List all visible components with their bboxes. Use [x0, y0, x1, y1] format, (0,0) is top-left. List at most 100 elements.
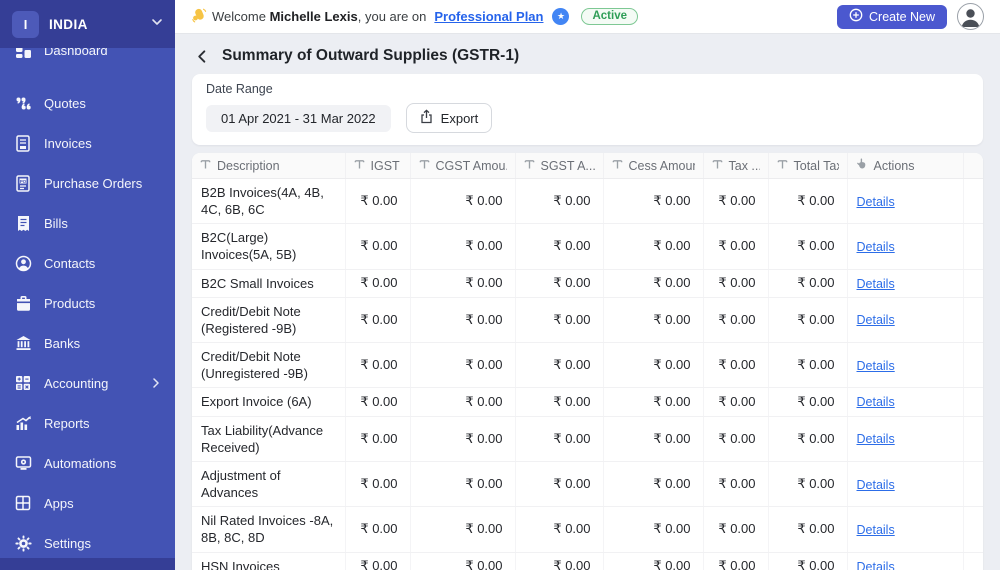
wave-icon — [191, 7, 207, 26]
reports-icon — [14, 414, 32, 432]
create-new-button[interactable]: Create New — [837, 4, 947, 29]
details-link[interactable]: Details — [857, 432, 895, 446]
back-button[interactable] — [193, 47, 211, 65]
column-header-cess: Cess Amount — [603, 153, 704, 179]
gstr1-summary-table: Description IGST ... CGST Amou... SGST A… — [192, 153, 983, 570]
cell-actions: Details — [847, 297, 964, 344]
sidebar-footer — [0, 558, 175, 570]
cell-actions: Details — [847, 416, 964, 462]
cell-cgst: ₹ 0.00 — [410, 223, 516, 270]
plan-link[interactable]: Professional Plan — [434, 9, 543, 24]
banks-icon — [14, 334, 32, 352]
details-link[interactable]: Details — [857, 277, 895, 291]
sidebar-item-label: Banks — [44, 335, 81, 351]
details-link[interactable]: Details — [857, 478, 895, 492]
cell-spacer — [963, 269, 983, 298]
cell-tax: ₹ 0.00 — [703, 416, 769, 462]
sidebar: I INDIA Dashboard Quotes Invoices PO Pur… — [0, 0, 175, 570]
export-button[interactable]: Export — [405, 103, 493, 133]
cell-description: Tax Liability(Advance Received) — [192, 416, 346, 462]
cell-cess: ₹ 0.00 — [603, 506, 704, 553]
cell-igst: ₹ 0.00 — [345, 297, 411, 344]
cell-actions: Details — [847, 552, 964, 570]
cell-total-tax: ₹ 0.00 — [768, 269, 848, 298]
sidebar-item-label: Reports — [44, 415, 90, 431]
sidebar-item-quotes[interactable]: Quotes — [0, 83, 175, 123]
cell-cess: ₹ 0.00 — [603, 461, 704, 508]
plan-star-badge: ★ — [552, 8, 570, 25]
filter-icon[interactable] — [777, 159, 788, 173]
contacts-icon — [14, 254, 32, 272]
export-icon — [420, 109, 433, 127]
sidebar-item-invoices[interactable]: Invoices — [0, 123, 175, 163]
cell-cgst: ₹ 0.00 — [410, 416, 516, 462]
org-switcher[interactable]: I INDIA — [0, 0, 175, 48]
filter-icon[interactable] — [524, 159, 535, 173]
cell-sgst: ₹ 0.00 — [515, 461, 604, 508]
sidebar-item-label: Apps — [44, 495, 74, 511]
sidebar-item-label: Bills — [44, 215, 68, 231]
sidebar-item-label: Quotes — [44, 95, 86, 111]
svg-text:PO: PO — [20, 178, 27, 183]
column-header-actions: Actions — [847, 153, 964, 179]
sidebar-item-reports[interactable]: Reports — [0, 403, 175, 443]
details-link[interactable]: Details — [857, 523, 895, 537]
cell-cgst: ₹ 0.00 — [410, 269, 516, 298]
cell-spacer — [963, 223, 983, 270]
page-header: Summary of Outward Supplies (GSTR-1) — [175, 34, 1000, 74]
filter-icon[interactable] — [354, 159, 365, 173]
details-link[interactable]: Details — [857, 560, 895, 570]
cell-tax: ₹ 0.00 — [703, 461, 769, 508]
sidebar-item-banks[interactable]: Banks — [0, 323, 175, 363]
cell-cess: ₹ 0.00 — [603, 416, 704, 462]
date-range-input[interactable]: 01 Apr 2021 - 31 Mar 2022 — [206, 104, 391, 132]
apps-icon — [14, 494, 32, 512]
filter-icon[interactable] — [712, 159, 723, 173]
cell-sgst: ₹ 0.00 — [515, 506, 604, 553]
table-row: HSN Invoices ₹ 0.00 ₹ 0.00 ₹ 0.00 ₹ 0.00… — [192, 552, 983, 570]
details-link[interactable]: Details — [857, 195, 895, 209]
table-row: Export Invoice (6A) ₹ 0.00 ₹ 0.00 ₹ 0.00… — [192, 387, 983, 417]
sidebar-item-products[interactable]: Products — [0, 283, 175, 323]
user-avatar[interactable] — [957, 3, 984, 30]
sidebar-item-purchase-orders[interactable]: PO Purchase Orders — [0, 163, 175, 203]
details-link[interactable]: Details — [857, 240, 895, 254]
cell-total-tax: ₹ 0.00 — [768, 461, 848, 508]
details-link[interactable]: Details — [857, 359, 895, 373]
sidebar-item-contacts[interactable]: Contacts — [0, 243, 175, 283]
sidebar-item-accounting[interactable]: Accounting — [0, 363, 175, 403]
filter-icon[interactable] — [612, 159, 623, 173]
cell-cess: ₹ 0.00 — [603, 342, 704, 389]
sidebar-item-label: Automations — [44, 455, 117, 471]
cell-sgst: ₹ 0.00 — [515, 297, 604, 344]
cell-sgst: ₹ 0.00 — [515, 223, 604, 270]
sidebar-item-settings[interactable]: Settings — [0, 523, 175, 558]
sidebar-item-automations[interactable]: Automations — [0, 443, 175, 483]
details-link[interactable]: Details — [857, 313, 895, 327]
table-row: B2C(Large) Invoices(5A, 5B) ₹ 0.00 ₹ 0.0… — [192, 223, 983, 270]
cell-actions: Details — [847, 342, 964, 389]
cell-sgst: ₹ 0.00 — [515, 269, 604, 298]
accounting-icon — [14, 374, 32, 392]
cell-sgst: ₹ 0.00 — [515, 416, 604, 462]
cell-igst: ₹ 0.00 — [345, 461, 411, 508]
sidebar-item-dashboard[interactable]: Dashboard — [0, 48, 175, 70]
cell-cgst: ₹ 0.00 — [410, 342, 516, 389]
plus-circle-icon — [849, 8, 863, 25]
filter-icon[interactable] — [200, 159, 211, 173]
cell-spacer — [963, 342, 983, 389]
sidebar-item-bills[interactable]: Bills — [0, 203, 175, 243]
main-content: Summary of Outward Supplies (GSTR-1) Dat… — [175, 34, 1000, 570]
sidebar-item-apps[interactable]: Apps — [0, 483, 175, 523]
cell-cess: ₹ 0.00 — [603, 223, 704, 270]
cell-total-tax: ₹ 0.00 — [768, 552, 848, 570]
column-header-igst: IGST ... — [345, 153, 411, 179]
sidebar-nav: Dashboard Quotes Invoices PO Purchase Or… — [0, 48, 175, 558]
plan-status-badge: Active — [581, 8, 639, 25]
details-link[interactable]: Details — [857, 395, 895, 409]
sidebar-item-label: Dashboard — [44, 48, 108, 58]
column-header-description: Description — [192, 153, 346, 179]
cell-description: B2B Invoices(4A, 4B, 4C, 6B, 6C — [192, 178, 346, 225]
filter-icon[interactable] — [419, 159, 430, 173]
sidebar-item-label: Purchase Orders — [44, 175, 143, 191]
